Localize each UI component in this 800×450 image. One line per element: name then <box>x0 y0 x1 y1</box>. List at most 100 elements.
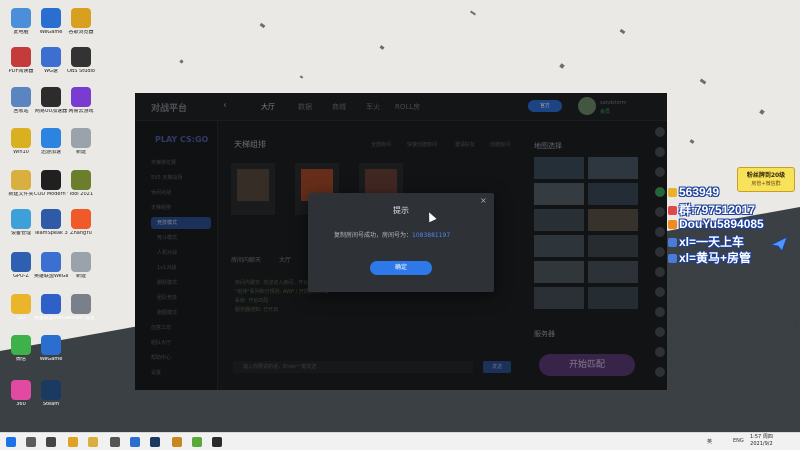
desktop-icon-label: TeamSpeak 3 <box>34 231 68 236</box>
overlay-line-text: 563949 <box>679 185 720 199</box>
app-icon <box>41 209 61 229</box>
desktop-icon[interactable]: 英雄联盟WeGame版 <box>34 252 68 280</box>
notice-dialog: 提示 × 复制房间号成功，房间号为：1083881197 确定 <box>308 193 494 292</box>
desktop-icon[interactable]: 新建文件夹 <box>4 170 38 198</box>
desktop-icon-label: 迅游加速 <box>40 150 61 155</box>
desktop-icon[interactable]: 迅游加速 <box>34 128 68 156</box>
app-icon <box>71 252 91 272</box>
app-icon <box>71 170 91 190</box>
desktop-icon[interactable]: GPU-Z <box>4 252 38 280</box>
desktop-icon-label: 此电脑 <box>13 30 29 35</box>
app-icon <box>71 8 91 28</box>
desktop-icon[interactable]: OBS Studio <box>64 47 98 75</box>
settings-icon[interactable] <box>110 437 120 447</box>
desktop-icon[interactable]: 回收站 <box>4 87 38 115</box>
paper-plane-icon <box>771 237 787 251</box>
overlay-line: DouYu5894085 <box>668 217 764 231</box>
desktop-icon[interactable]: 360 <box>4 380 38 408</box>
app-icon <box>11 209 31 229</box>
clock[interactable]: 1:57 周四 2021/9/2 <box>750 434 773 448</box>
desktop-icon[interactable]: 网易云游戏 <box>64 87 98 115</box>
language-indicator[interactable]: ENG <box>733 438 744 444</box>
desktop-icon-label: OBS Studio <box>67 69 95 74</box>
fans-badge-line2: 房管+微信群 <box>751 181 781 187</box>
desktop-icon[interactable]: Tool 2021 <box>64 170 98 198</box>
desktop-icon[interactable]: ZhangYu <box>64 209 98 237</box>
desktop-icon-label: QQ <box>17 316 25 321</box>
desktop-icon[interactable]: 网易UU加速器 <box>34 87 68 115</box>
desktop-icon[interactable]: 微信 <box>4 335 38 363</box>
overlay-line: 563949 <box>668 185 719 199</box>
desktop-icon[interactable]: 英雄联盟WeGame版 <box>34 294 68 322</box>
app-icon <box>41 252 61 272</box>
desktop-icon[interactable]: Win10 <box>4 128 38 156</box>
steam-icon[interactable] <box>150 437 160 447</box>
overlay-line: 群:797512017 <box>668 201 755 218</box>
clock-time: 1:57 周四 <box>750 434 773 440</box>
desktop-icon-label: 谷歌浏览器 <box>68 30 94 35</box>
desktop-icon[interactable]: 谷歌浏览器 <box>64 8 98 36</box>
desktop-icon-label: 设备管理 <box>10 231 31 236</box>
desktop-icon-label: 新建 <box>75 150 86 155</box>
close-icon[interactable]: × <box>480 196 487 205</box>
app-icon <box>11 8 31 28</box>
desktop-icon[interactable]: COD Modern Warfare <box>34 170 68 198</box>
desktop-icon-label: PDF阅读器 <box>8 69 34 74</box>
search-icon[interactable] <box>26 437 36 447</box>
desktop-icon[interactable]: PDF阅读器 <box>4 47 38 75</box>
app-icon <box>71 128 91 148</box>
folder-icon[interactable] <box>88 437 98 447</box>
app-icon <box>41 294 61 314</box>
app-icon[interactable] <box>172 437 182 447</box>
overlay-line-text: xl=一天上车 <box>679 235 745 249</box>
desktop-icon-label: COD Modern Warfare <box>34 192 68 197</box>
desktop-icon-label: Tool 2021 <box>68 192 94 197</box>
overlay-line-text: DouYu5894085 <box>679 217 764 231</box>
desktop-icon-label: Win10 <box>13 150 29 155</box>
desktop-icon[interactable]: WG速 <box>34 47 68 75</box>
desktop-icon-label: ZhangYu <box>70 231 92 236</box>
fans-badge-line1: 粉丝牌到20级 <box>746 172 786 179</box>
taskbar: 英 ENG 1:57 周四 2021/9/2 <box>0 432 800 450</box>
qq-icon <box>668 206 677 215</box>
desktop-icon[interactable]: 新建 <box>64 128 98 156</box>
app-icon <box>11 170 31 190</box>
desktop-icon-label: WeGame <box>39 357 63 362</box>
desktop-icon[interactable]: Steam <box>34 380 68 408</box>
chrome-icon[interactable] <box>68 437 78 447</box>
desktop-icon[interactable]: WeGame <box>34 8 68 36</box>
obs-icon[interactable] <box>212 437 222 447</box>
task-view-icon[interactable] <box>46 437 56 447</box>
desktop-icon[interactable]: TeamSpeak 3 <box>34 209 68 237</box>
desktop-icon[interactable]: Steam 设置 <box>64 294 98 322</box>
app-icon <box>41 8 61 28</box>
app-icon <box>71 294 91 314</box>
app-icon <box>11 335 31 355</box>
desktop-icon[interactable]: 新建 <box>64 252 98 280</box>
desktop-icon[interactable]: WeGame <box>34 335 68 363</box>
desktop-icon[interactable]: 设备管理 <box>4 209 38 237</box>
user-icon <box>668 254 677 263</box>
douyu-icon <box>668 220 677 229</box>
clock-date: 2021/9/2 <box>750 441 773 447</box>
overlay-line: xl=一天上车 <box>668 233 744 250</box>
dialog-message: 复制房间号成功，房间号为：1083881197 <box>334 230 450 239</box>
app-icon[interactable] <box>192 437 202 447</box>
app-icon <box>11 87 31 107</box>
start-icon[interactable] <box>6 437 16 447</box>
coin-icon <box>668 188 677 197</box>
fans-badge: 粉丝牌到20级 房管+微信群 <box>737 167 795 192</box>
desktop-icon[interactable]: 此电脑 <box>4 8 38 36</box>
desktop-icon[interactable]: QQ <box>4 294 38 322</box>
user-icon <box>668 238 677 247</box>
desktop-icon-label: 360 <box>16 402 26 407</box>
desktop-icon-label: 回收站 <box>13 109 29 114</box>
dialog-title: 提示 <box>393 206 409 215</box>
ok-button[interactable]: 确定 <box>370 261 432 275</box>
desktop-icon-label: GPU-Z <box>13 274 29 279</box>
app-icon <box>41 87 61 107</box>
wegame-icon[interactable] <box>130 437 140 447</box>
room-number: 1083881197 <box>412 232 451 239</box>
ime-indicator[interactable]: 英 <box>707 438 712 445</box>
app-icon <box>41 335 61 355</box>
